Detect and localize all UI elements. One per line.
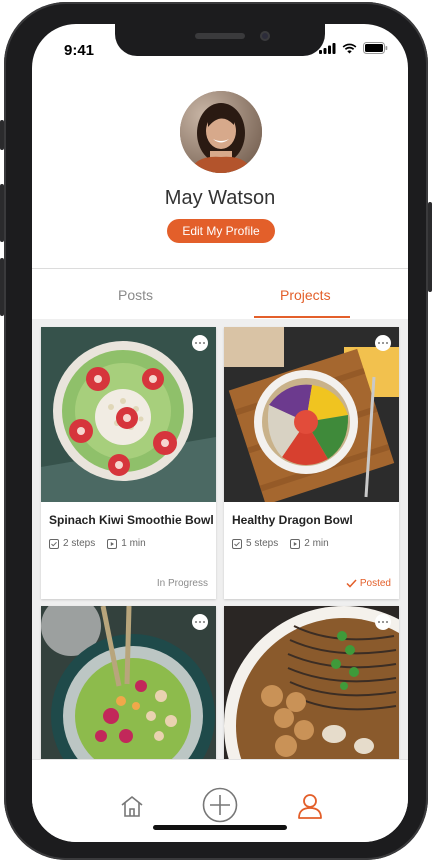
- avatar[interactable]: [180, 91, 262, 173]
- steps-icon: [49, 538, 59, 549]
- tab-projects[interactable]: Projects: [280, 287, 331, 303]
- phone-frame: 9:41 May Watson Edit My Profile Posts Pr…: [0, 2, 432, 860]
- project-status-label: Posted: [359, 578, 391, 589]
- screen: 9:41 May Watson Edit My Profile Posts Pr…: [32, 24, 408, 842]
- mute-switch: [0, 120, 4, 150]
- volume-down-button: [0, 258, 4, 316]
- power-button: [428, 202, 432, 292]
- status-time: 9:41: [64, 42, 95, 59]
- steps-count: 5 steps: [246, 538, 279, 549]
- project-title: Healthy Dragon Bowl: [232, 513, 353, 527]
- project-image: [224, 327, 399, 502]
- active-tab-indicator: [254, 316, 350, 318]
- video-duration: 1 min: [121, 538, 146, 549]
- project-meta: 2 steps 1 min: [49, 538, 158, 549]
- notch: [115, 24, 325, 56]
- profile-tabs: Posts Projects: [32, 268, 408, 320]
- more-options-button[interactable]: [375, 335, 391, 351]
- wifi-icon: [342, 43, 357, 53]
- front-camera: [260, 31, 270, 41]
- project-title: Spinach Kiwi Smoothie Bowl: [49, 513, 214, 527]
- project-card[interactable]: Healthy Dragon Bowl 5 steps 2 min Posted: [224, 327, 399, 599]
- home-icon[interactable]: [120, 795, 144, 817]
- project-card[interactable]: [41, 606, 216, 766]
- tab-posts[interactable]: Posts: [118, 287, 153, 303]
- home-indicator: [153, 825, 287, 830]
- speaker: [195, 33, 245, 39]
- video-duration: 2 min: [304, 538, 329, 549]
- steps-icon: [232, 538, 242, 549]
- more-options-button[interactable]: [375, 614, 391, 630]
- project-image: [41, 606, 216, 766]
- signal-icon: [319, 42, 336, 54]
- profile-icon[interactable]: [297, 793, 323, 819]
- steps-count: 2 steps: [63, 538, 96, 549]
- project-image: [41, 327, 216, 502]
- checkmark-icon: [346, 579, 357, 588]
- more-options-button[interactable]: [192, 335, 208, 351]
- project-status: Posted: [346, 578, 391, 589]
- project-image: [224, 606, 399, 766]
- volume-up-button: [0, 184, 4, 242]
- project-card[interactable]: Spinach Kiwi Smoothie Bowl 2 steps 1 min…: [41, 327, 216, 599]
- project-meta: 5 steps 2 min: [232, 538, 341, 549]
- video-icon: [107, 538, 118, 549]
- projects-grid: Spinach Kiwi Smoothie Bowl 2 steps 1 min…: [32, 319, 408, 766]
- add-icon[interactable]: [202, 787, 238, 823]
- project-status: In Progress: [156, 578, 208, 589]
- status-icons: [319, 42, 388, 54]
- more-options-button[interactable]: [192, 614, 208, 630]
- profile-name: May Watson: [164, 187, 276, 209]
- battery-icon: [363, 42, 388, 54]
- project-card[interactable]: [224, 606, 399, 766]
- video-icon: [290, 538, 301, 549]
- edit-profile-button[interactable]: Edit My Profile: [167, 219, 275, 243]
